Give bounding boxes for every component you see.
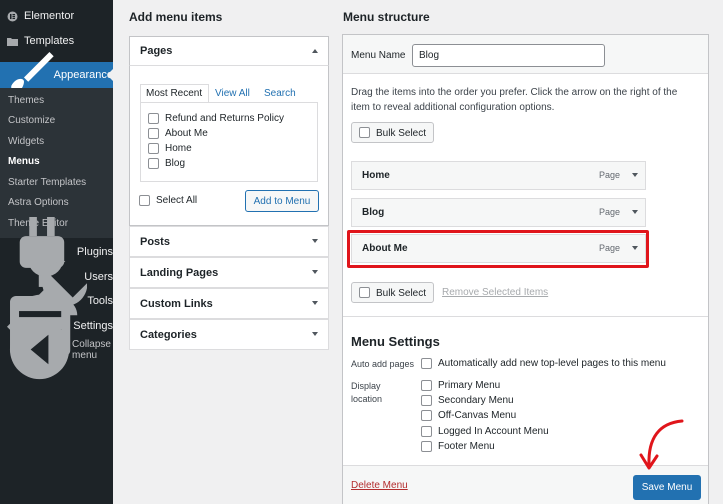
submenu-item-widgets[interactable]: Widgets — [8, 136, 44, 147]
bulk-select-bottom[interactable]: Bulk Select — [351, 282, 434, 303]
auto-add-option-label: Automatically add new top-level pages to… — [438, 358, 666, 369]
sidebar-label: Templates — [24, 35, 75, 47]
auto-add-checkbox[interactable] — [421, 358, 432, 369]
menu-settings-title: Menu Settings — [351, 334, 440, 349]
landing-pages-accordion[interactable]: Landing Pages — [129, 257, 329, 288]
collapse-icon — [9, 320, 70, 380]
elementor-icon — [7, 11, 18, 21]
sidebar-label: Appearance — [53, 69, 113, 81]
menu-item-home[interactable]: Home Page — [351, 161, 646, 190]
save-menu-button[interactable]: Save Menu — [633, 475, 701, 500]
accordion-label: Posts — [140, 235, 170, 248]
accordion-label: Custom Links — [140, 297, 213, 310]
location-label: Off-Canvas Menu — [438, 410, 517, 421]
submenu-item-themes[interactable]: Themes — [8, 95, 44, 106]
sidebar-label: Tools — [87, 295, 113, 307]
page-checkbox[interactable] — [148, 158, 159, 169]
menu-item-type: Page — [599, 207, 621, 217]
chevron-down-icon[interactable] — [632, 210, 638, 214]
add-menu-items-title: Add menu items — [129, 10, 223, 24]
tab-search[interactable]: Search — [259, 84, 301, 103]
location-checkbox[interactable] — [421, 395, 432, 406]
page-item-label: About Me — [165, 128, 208, 139]
menu-name-input[interactable]: Blog — [412, 44, 605, 67]
location-label: Secondary Menu — [438, 395, 514, 406]
bulk-select-top[interactable]: Bulk Select — [351, 122, 434, 143]
tab-label: Search — [264, 88, 296, 99]
remove-selected-link[interactable]: Remove Selected Items — [442, 287, 548, 298]
sidebar-label: Collapse menu — [72, 339, 111, 361]
submenu-item-astra-options[interactable]: Astra Options — [8, 197, 69, 208]
chevron-down-icon[interactable] — [632, 173, 638, 177]
select-all-checkbox[interactable] — [139, 195, 150, 206]
add-to-menu-button[interactable]: Add to Menu — [245, 190, 319, 212]
chevron-down-icon — [312, 239, 318, 243]
divider — [343, 316, 708, 317]
tab-label: Most Recent — [146, 88, 203, 99]
page-item-label: Home — [165, 143, 192, 154]
posts-accordion[interactable]: Posts — [129, 226, 329, 257]
page-checkbox[interactable] — [148, 128, 159, 139]
accordion-label: Categories — [140, 328, 197, 341]
instructions-text: Drag the items into the order you prefer… — [351, 87, 678, 113]
location-label: Footer Menu — [438, 441, 495, 452]
tab-most-recent[interactable]: Most Recent — [140, 84, 209, 103]
chevron-down-icon — [312, 301, 318, 305]
accordion-label: Landing Pages — [140, 266, 219, 279]
submenu-item-starter-templates[interactable]: Starter Templates — [8, 177, 86, 188]
menu-name-label: Menu Name — [351, 50, 406, 61]
location-checkbox[interactable] — [421, 426, 432, 437]
page-item-label: Blog — [165, 158, 186, 169]
categories-accordion[interactable]: Categories — [129, 319, 329, 350]
menu-item-title: Home — [362, 170, 390, 181]
admin-sidebar: Elementor Templates Appearance Themes Cu… — [0, 0, 113, 504]
page-item-label: Refund and Returns Policy — [165, 113, 284, 124]
sidebar-label: Elementor — [24, 10, 75, 22]
chevron-down-icon — [312, 332, 318, 336]
menu-item-blog[interactable]: Blog Page — [351, 198, 646, 227]
tab-view-all[interactable]: View All — [210, 84, 255, 103]
delete-menu-link[interactable]: Delete Menu — [351, 480, 408, 491]
red-arrow-annotation — [639, 419, 684, 470]
sidebar-item-templates[interactable]: Templates — [0, 29, 113, 53]
sidebar-label: Settings — [73, 320, 113, 332]
pages-accordion-header[interactable]: Pages — [129, 36, 329, 66]
folder-icon — [7, 37, 18, 46]
submenu-item-customize[interactable]: Customize — [8, 115, 55, 126]
highlight-box — [347, 230, 649, 268]
sidebar-item-elementor[interactable]: Elementor — [0, 4, 113, 28]
location-label: Logged In Account Menu — [438, 426, 549, 437]
collapse-menu-button[interactable]: Collapse menu — [0, 320, 113, 380]
menu-item-type: Page — [599, 170, 621, 180]
select-all-label: Select All — [156, 195, 198, 206]
sidebar-label: Users — [84, 271, 113, 283]
chevron-up-icon — [312, 49, 318, 53]
page-checkbox[interactable] — [148, 113, 159, 124]
bulk-select-label: Bulk Select — [376, 288, 427, 299]
bulk-select-checkbox[interactable] — [359, 287, 370, 298]
bulk-select-checkbox[interactable] — [359, 127, 370, 138]
pages-label: Pages — [140, 45, 173, 57]
custom-links-accordion[interactable]: Custom Links — [129, 288, 329, 319]
page-checkbox[interactable] — [148, 143, 159, 154]
chevron-down-icon — [312, 270, 318, 274]
location-label: Primary Menu — [438, 380, 501, 391]
display-location-label: Display location — [351, 381, 383, 404]
location-checkbox[interactable] — [421, 441, 432, 452]
tab-label: View All — [215, 88, 250, 99]
menu-structure-title: Menu structure — [343, 10, 430, 24]
appearance-submenu: Themes Customize Widgets Menus Starter T… — [0, 88, 113, 238]
location-checkbox[interactable] — [421, 380, 432, 391]
menu-item-title: Blog — [362, 207, 385, 218]
submenu-item-menus[interactable]: Menus — [8, 156, 40, 167]
sidebar-item-appearance[interactable]: Appearance — [0, 51, 113, 95]
auto-add-pages-label: Auto add pages — [351, 359, 415, 369]
bulk-select-label: Bulk Select — [376, 128, 427, 139]
location-checkbox[interactable] — [421, 410, 432, 421]
